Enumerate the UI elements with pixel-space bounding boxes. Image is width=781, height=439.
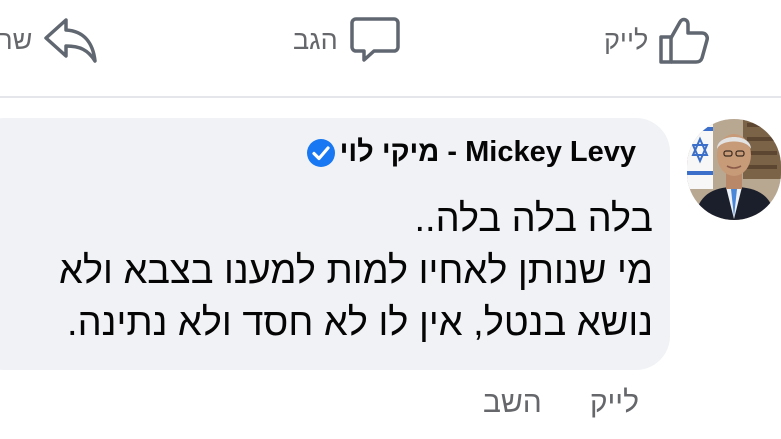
- comment-line: נושא בנטל, אין לו לא חסד ולא נתינה.: [67, 302, 653, 344]
- divider: [0, 96, 781, 98]
- comment-text: בלה בלה בלה.. מי שנותן לאחיו למות למענו …: [3, 193, 653, 349]
- avatar[interactable]: [687, 119, 781, 220]
- comment-actions: לייק השב: [435, 386, 639, 420]
- comment-like-link[interactable]: לייק: [590, 386, 639, 420]
- like-action[interactable]: לייק: [604, 14, 710, 66]
- profile-photo: [687, 119, 781, 220]
- comment-line: מי שנותן לאחיו למות למענו בצבא ולא: [59, 250, 653, 292]
- comment-author[interactable]: מיקי לוי - Mickey Levy: [340, 136, 636, 169]
- comment-action[interactable]: הגב: [293, 14, 400, 66]
- share-action[interactable]: שת: [0, 14, 98, 66]
- share-label: שת: [0, 24, 33, 55]
- comment-line: בלה בלה בלה..: [414, 198, 653, 240]
- thumbs-up-icon: [659, 17, 710, 64]
- like-label: לייק: [604, 24, 649, 55]
- comment-reply-link[interactable]: השב: [483, 386, 542, 420]
- share-arrow-icon: [44, 18, 98, 63]
- post-action-bar: לייק הגב שת: [0, 0, 781, 96]
- speech-bubble-icon: [349, 17, 400, 62]
- comment-author-line: מיקי לוי - Mickey Levy: [306, 136, 636, 169]
- comment-label: הגב: [293, 24, 338, 55]
- verified-badge-icon: [306, 138, 335, 167]
